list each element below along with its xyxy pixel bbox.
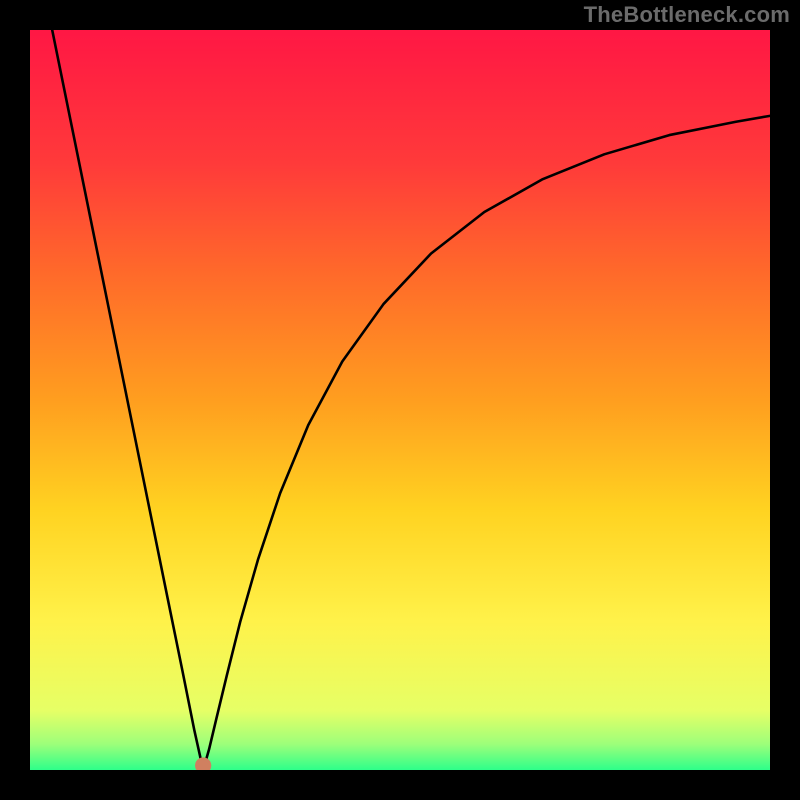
chart-frame: TheBottleneck.com <box>0 0 800 800</box>
chart-svg <box>30 30 770 770</box>
watermark-text: TheBottleneck.com <box>584 2 790 28</box>
plot-background <box>30 30 770 770</box>
